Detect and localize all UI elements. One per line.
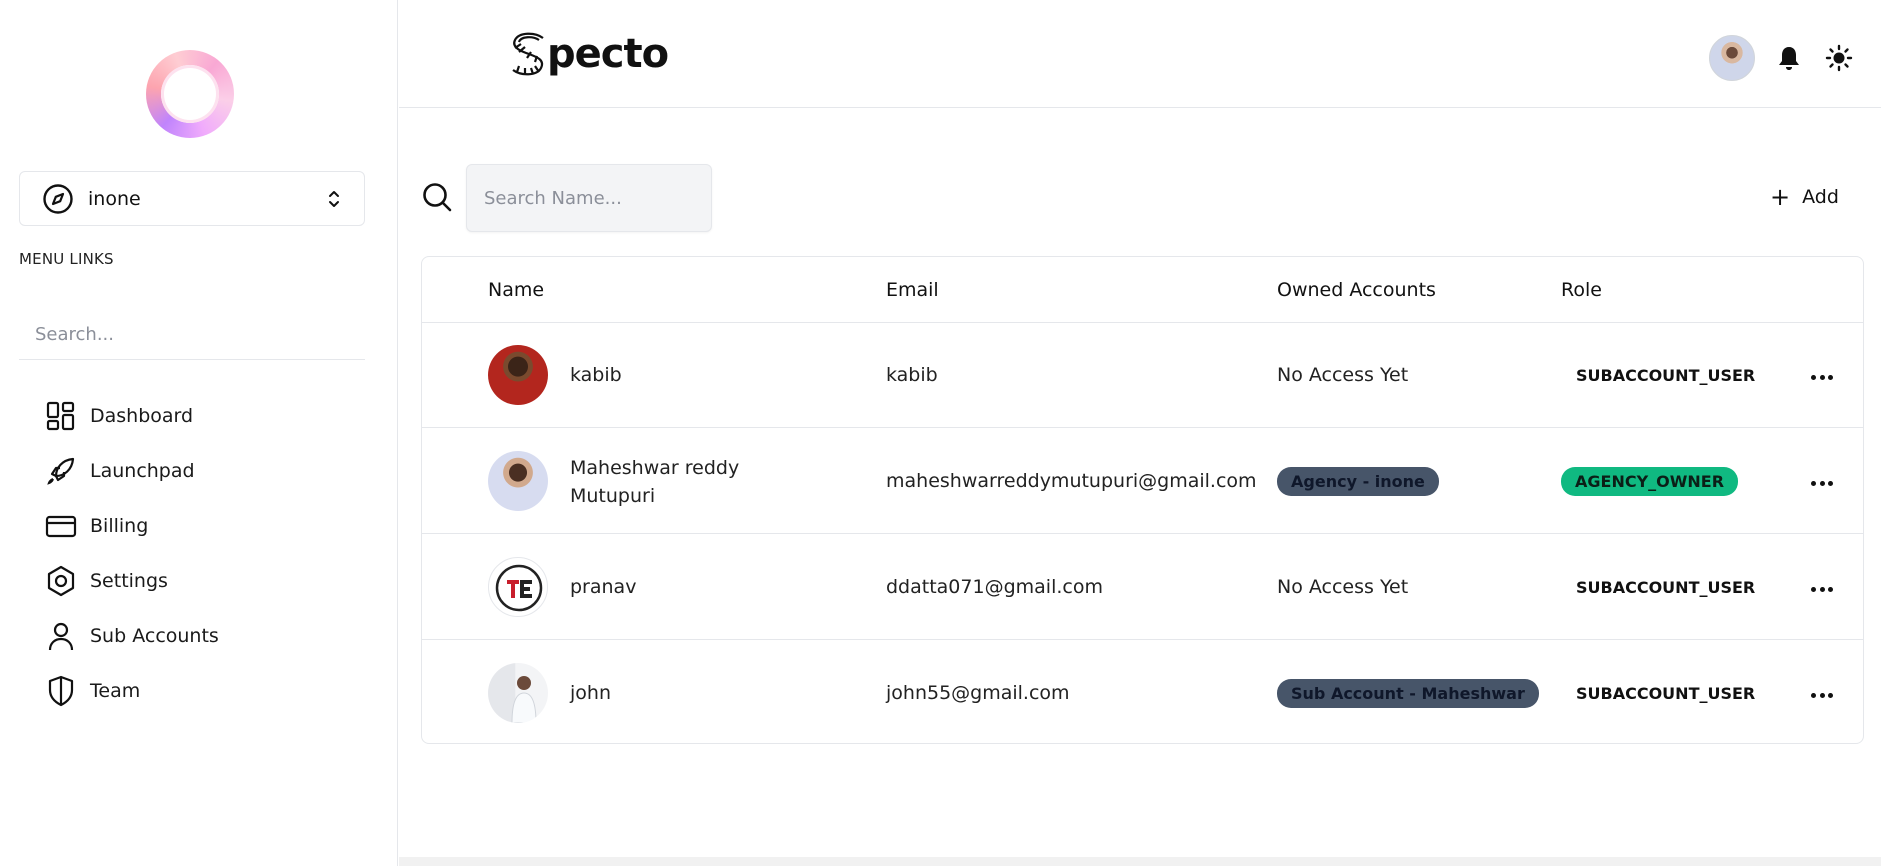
owned-accounts: No Access Yet [1277,576,1409,598]
row-actions-menu-icon[interactable] [1807,685,1837,705]
app-root: inone MENU LINKS Dashboard [0,0,1881,866]
owned-account-badge: Sub Account - Maheshwar [1277,679,1539,708]
row-actions-menu-icon[interactable] [1807,579,1837,599]
user-name: kabib [570,364,622,386]
account-name: inone [88,187,141,210]
sidebar-item-label: Settings [90,569,168,592]
rocket-icon [47,457,75,485]
dashboard-icon [46,401,75,430]
sidebar-item-settings[interactable]: Settings [44,553,364,608]
compass-icon [43,183,73,214]
search-icon [423,183,452,212]
team-logo-icon [495,564,543,612]
sidebar-item-sub-accounts[interactable]: Sub Accounts [44,608,364,663]
column-header-name[interactable]: Name [488,279,544,301]
add-user-button[interactable]: + Add [1770,180,1839,214]
user-name: john [570,682,611,704]
brand-name: pecto [547,31,669,77]
account-switcher[interactable]: inone [19,171,365,226]
chevron-up-down-icon [329,190,339,207]
sidebar-item-launchpad[interactable]: Launchpad [44,443,364,498]
table-row[interactable]: john john55@gmail.com Sub Account - Mahe… [422,641,1863,743]
credit-card-icon [45,515,77,537]
sidebar: inone MENU LINKS Dashboard [0,0,398,866]
user-name: Maheshwar reddy Mutupuri [570,457,740,507]
role-badge: SUBACCOUNT_USER [1576,366,1756,385]
sidebar-item-dashboard[interactable]: Dashboard [44,388,364,443]
horizontal-scrollbar[interactable] [399,857,1881,866]
sidebar-item-label: Billing [90,514,149,537]
sun-icon[interactable] [1825,44,1853,72]
user-email: kabib [886,364,938,386]
avatar [488,557,548,617]
bell-icon[interactable] [1775,44,1803,72]
sidebar-search-input[interactable] [19,310,365,360]
sidebar-item-billing[interactable]: Billing [44,498,364,553]
sidebar-item-team[interactable]: Team [44,663,364,718]
search-name-input[interactable] [466,164,712,232]
menu-links-heading: MENU LINKS [19,250,114,268]
row-actions-menu-icon[interactable] [1807,473,1837,493]
team-table: Name Email Owned Accounts Role kabib kab… [421,256,1864,744]
agency-logo [146,50,234,138]
sidebar-item-label: Dashboard [90,404,194,427]
sidebar-item-label: Team [90,679,141,702]
column-header-owned-accounts[interactable]: Owned Accounts [1277,279,1436,301]
person-photo-icon [511,676,537,723]
top-header: pecto [399,0,1881,108]
table-row[interactable]: kabib kabib No Access Yet SUBACCOUNT_USE… [422,323,1863,428]
plus-icon: + [1770,183,1791,211]
table-row[interactable]: pranav ddatta071@gmail.com No Access Yet… [422,535,1863,640]
avatar [488,451,548,511]
brand-logo[interactable]: pecto [509,30,669,78]
shield-icon [48,675,74,706]
role-badge: AGENCY_OWNER [1561,467,1739,496]
add-button-label: Add [1802,186,1839,208]
user-email: ddatta071@gmail.com [886,576,1103,598]
table-row[interactable]: Maheshwar reddy Mutupuri maheshwarreddym… [422,429,1863,534]
table-header: Name Email Owned Accounts Role [422,257,1863,323]
user-name: pranav [570,576,637,598]
role-badge: SUBACCOUNT_USER [1576,578,1756,597]
user-email: john55@gmail.com [886,682,1070,704]
user-icon [48,622,74,650]
hexagon-settings-icon [47,565,75,596]
owned-accounts: No Access Yet [1277,364,1409,386]
user-avatar[interactable] [1709,35,1755,81]
sidebar-item-label: Launchpad [90,459,195,482]
user-email: maheshwarreddymutupuri@gmail.com [886,470,1257,492]
column-header-role[interactable]: Role [1561,279,1602,301]
owned-account-badge: Agency - inone [1277,467,1439,496]
sidebar-nav: Dashboard Launchpad Billing Settings Sub… [44,388,364,718]
avatar [488,663,548,723]
role-badge: SUBACCOUNT_USER [1576,684,1756,703]
spiral-s-logo-icon [512,32,544,76]
row-actions-menu-icon[interactable] [1807,367,1837,387]
sidebar-item-label: Sub Accounts [90,624,219,647]
column-header-email[interactable]: Email [886,279,939,301]
avatar [488,345,548,405]
